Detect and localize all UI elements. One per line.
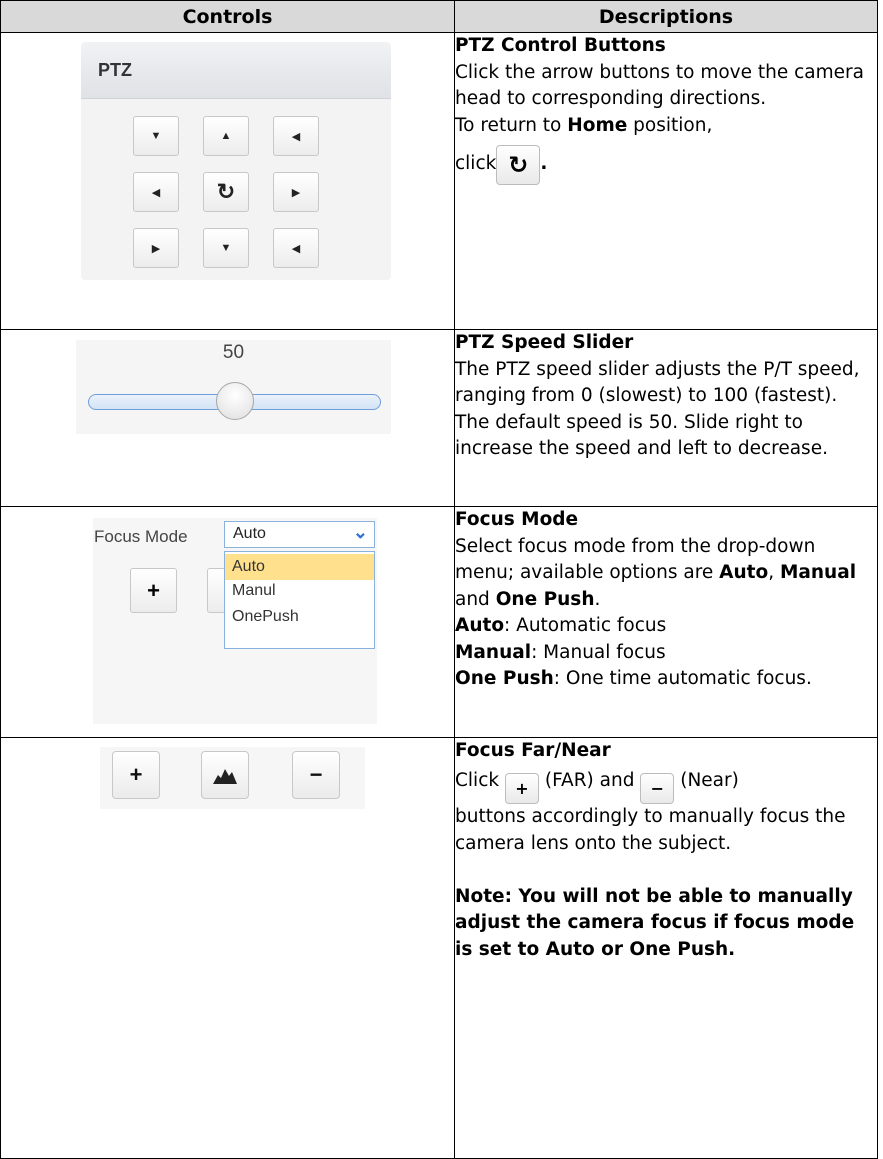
speed-title: PTZ Speed Slider	[455, 332, 634, 353]
ptz-down-button[interactable]: ▼	[203, 228, 249, 268]
focus-far-near-control-cell: + −	[0, 737, 455, 1159]
focus-mode-dropdown: Auto Manul OnePush	[224, 551, 375, 649]
auto-desc: : Automatic focus	[504, 615, 667, 636]
focus-far-button-partial[interactable]: +	[130, 568, 177, 613]
manual-desc: : Manual focus	[531, 641, 666, 663]
ptz-home-pre: To return to	[455, 114, 568, 136]
onepush-label: One Push	[455, 668, 554, 689]
ptz-down-left-button[interactable]: ▶	[133, 228, 179, 268]
focus-mode-option-manual[interactable]: Manul	[225, 578, 374, 604]
ptz-left-button[interactable]: ◀	[133, 172, 179, 212]
ptz-panel-title: PTZ	[98, 60, 132, 80]
ptz-up-right-button[interactable]: ◀	[273, 116, 319, 156]
ptz-control-cell: PTZ ▼ ▲ ◀ ◀ ↻ ▶ ▶ ▼ ◀	[0, 32, 455, 330]
focus-mode-opt-manual: Manual	[779, 562, 857, 583]
row-ptz-control: PTZ ▼ ▲ ◀ ◀ ↻ ▶ ▶ ▼ ◀ PTZ Control Button…	[0, 32, 878, 330]
speed-slider-value: 50	[222, 342, 245, 363]
focus-mode-sep1: ,	[768, 562, 780, 583]
auto-label: Auto	[455, 615, 505, 636]
ptz-click-text: click	[455, 152, 497, 174]
row-focus-far-near: + − Focus Far/Near Click + (FAR) and − (…	[0, 737, 878, 1159]
controls-table: Controls Descriptions PTZ ▼ ▲ ◀ ◀ ↻ ▶ ▶ …	[0, 0, 878, 1159]
ptz-right-button[interactable]: ▶	[273, 172, 319, 212]
focus-auto-button[interactable]	[201, 751, 249, 799]
focus-click-text: Click	[455, 769, 500, 791]
focus-mode-opt-auto: Auto	[719, 562, 769, 583]
home-icon: ↻	[496, 145, 541, 185]
focus-near-text: (Near)	[680, 769, 739, 791]
speed-slider-widget: 50	[76, 340, 391, 434]
ptz-description-cell: PTZ Control Buttons Click the arrow butt…	[454, 32, 878, 330]
ptz-up-left-button[interactable]: ▼	[133, 116, 179, 156]
focus-far-button[interactable]: +	[112, 751, 160, 799]
row-ptz-speed: 50 PTZ Speed Slider The PTZ speed slider…	[0, 329, 878, 507]
focus-mode-option-onepush[interactable]: OnePush	[225, 604, 374, 630]
focus-far-near-title: Focus Far/Near	[455, 740, 611, 761]
focus-mode-label: Focus Mode	[94, 527, 188, 546]
focus-mode-description-cell: Focus Mode Select focus mode from the dr…	[454, 506, 878, 738]
focus-mode-opt-onepush: One Push	[495, 588, 595, 610]
focus-mode-end: .	[594, 588, 601, 610]
focus-far-text: (FAR) and	[544, 769, 635, 791]
row-focus-mode: Focus Mode Auto ⌄ + Auto Manul OnePush F…	[0, 506, 878, 738]
focus-far-near-text: buttons accordingly to manually focus th…	[455, 806, 846, 854]
ptz-panel-header: PTZ	[81, 42, 391, 99]
focus-mode-control-cell: Focus Mode Auto ⌄ + Auto Manul OnePush	[0, 506, 455, 738]
ptz-up-button[interactable]: ▲	[203, 116, 249, 156]
onepush-desc: : One time automatic focus.	[553, 668, 812, 689]
plus-icon: +	[504, 773, 539, 805]
focus-note: Note: You will not be able to manually a…	[455, 885, 855, 960]
mountain-icon	[213, 769, 237, 784]
speed-slider-thumb[interactable]	[215, 382, 254, 420]
header-descriptions: Descriptions	[454, 0, 878, 33]
focus-mode-option-auto[interactable]: Auto	[225, 554, 374, 580]
focus-mode-sep2: and	[455, 588, 496, 610]
header-row: Controls Descriptions	[0, 0, 878, 33]
focus-mode-title: Focus Mode	[455, 509, 579, 530]
ptz-panel: PTZ ▼ ▲ ◀ ◀ ↻ ▶ ▶ ▼ ◀	[81, 42, 391, 280]
focus-mode-select[interactable]: Auto ⌄	[224, 521, 375, 548]
header-controls: Controls	[0, 0, 455, 33]
ptz-title: PTZ Control Buttons	[455, 35, 666, 56]
ptz-home-post: position,	[627, 114, 713, 136]
ptz-down-right-button[interactable]: ◀	[273, 228, 319, 268]
chevron-down-icon: ⌄	[352, 522, 368, 542]
minus-icon: −	[640, 773, 675, 805]
speed-text: The PTZ speed slider adjusts the P/T spe…	[455, 358, 860, 460]
focus-near-button[interactable]: −	[292, 751, 340, 799]
ptz-home-bold: Home	[567, 114, 628, 136]
focus-far-near-description-cell: Focus Far/Near Click + (FAR) and − (Near…	[454, 737, 878, 1159]
manual-label: Manual	[455, 641, 532, 663]
ptz-text: Click the arrow buttons to move the came…	[455, 61, 864, 110]
speed-control-cell: 50	[0, 329, 455, 507]
speed-description-cell: PTZ Speed Slider The PTZ speed slider ad…	[454, 329, 878, 507]
ptz-home-button[interactable]: ↻	[203, 172, 249, 212]
ptz-period: .	[540, 152, 548, 174]
focus-mode-selected-value: Auto	[233, 525, 266, 542]
